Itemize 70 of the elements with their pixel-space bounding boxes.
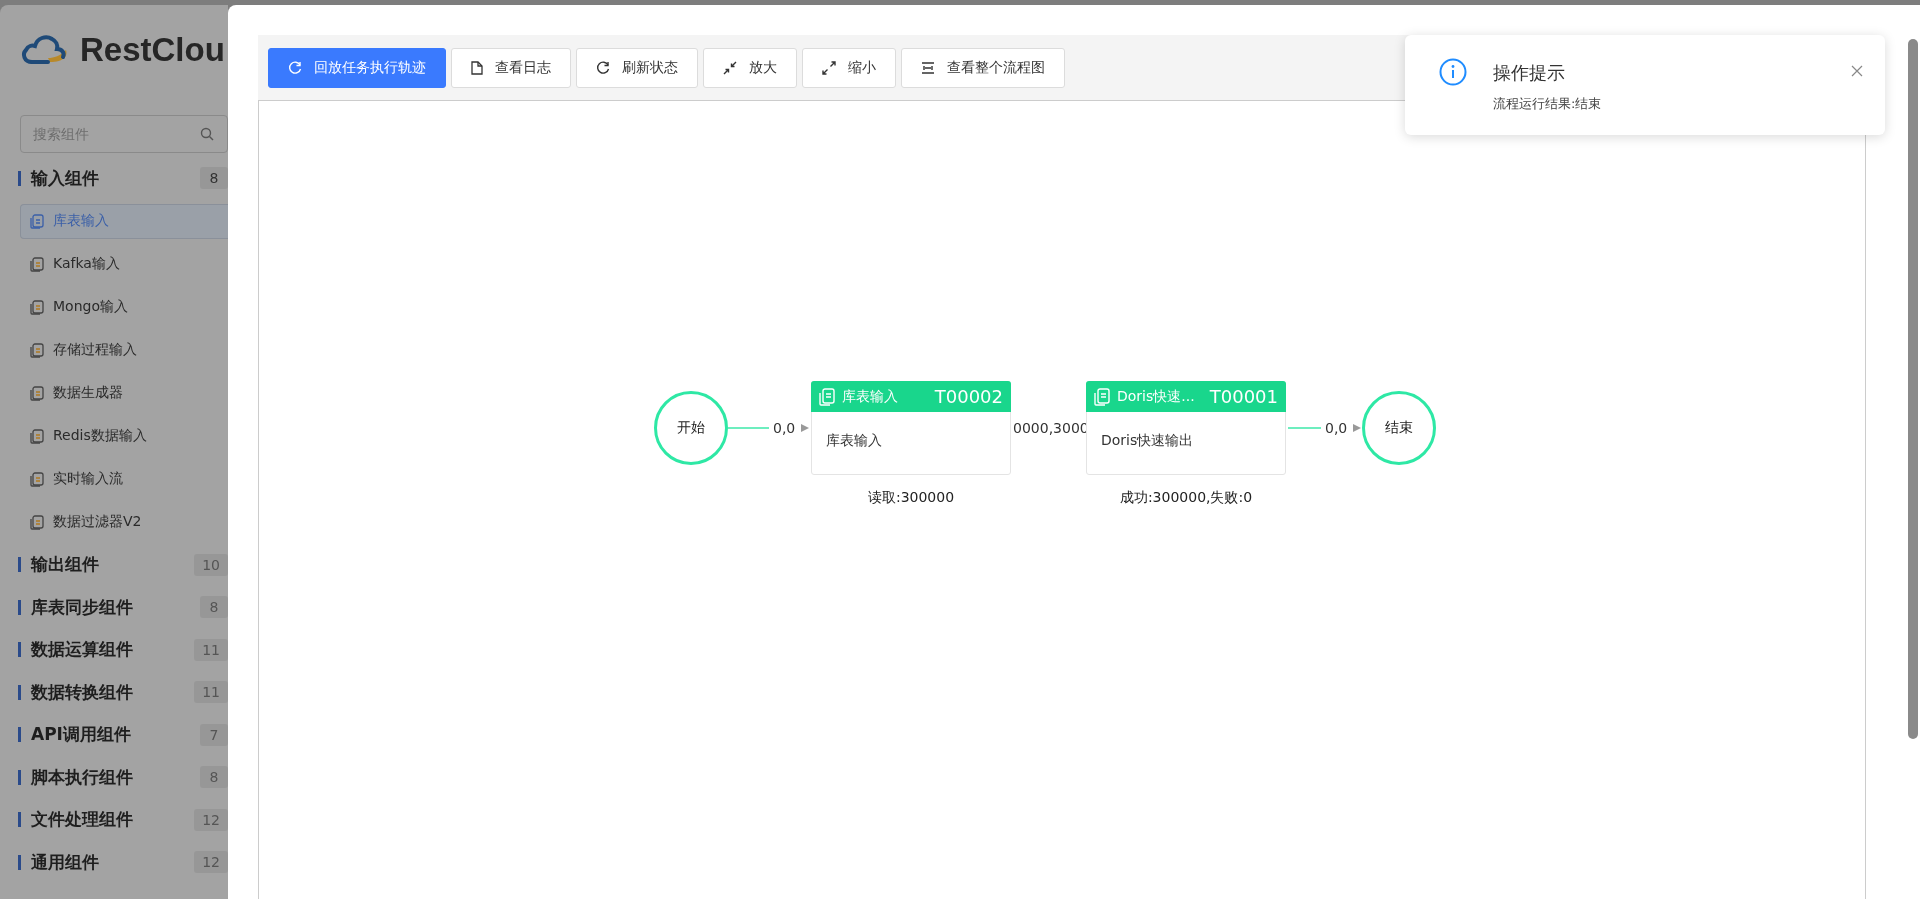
category-header[interactable]: 文件处理组件 12	[8, 798, 228, 841]
node-stats: 成功:300000,失败:0	[1119, 489, 1253, 507]
fit-view-icon	[921, 61, 935, 75]
count-badge: 8	[200, 596, 228, 619]
count-badge: 10	[194, 553, 228, 576]
close-icon[interactable]	[1851, 65, 1863, 77]
toolbar-button[interactable]: 查看整个流程图	[901, 48, 1065, 88]
category-header[interactable]: 通用组件 12	[8, 841, 228, 884]
component-item[interactable]: 数据过滤器V2	[20, 504, 228, 540]
node-title: 库表输入	[842, 387, 899, 406]
component-item[interactable]: Redis数据输入	[20, 418, 228, 454]
category-header[interactable]: 数据运算组件 11	[8, 628, 228, 671]
category-header[interactable]: 库表同步组件 8	[8, 586, 228, 629]
count-badge: 12	[194, 808, 228, 831]
refresh-icon	[596, 61, 610, 75]
category-header[interactable]: 数据转换组件 11	[8, 671, 228, 714]
flow-edge	[727, 427, 770, 429]
notification-message: 流程运行结果:结束	[1493, 95, 1603, 113]
toolbar-button[interactable]: 放大	[703, 48, 797, 88]
toolbar-button[interactable]: 回放任务执行轨迹	[268, 48, 446, 88]
logo-text: RestClou	[80, 31, 225, 69]
task-node[interactable]: 库表输入 T00002 库表输入	[811, 381, 1011, 475]
count-badge: 7	[200, 723, 228, 746]
document-icon	[1094, 387, 1110, 406]
count-badge: 11	[194, 638, 228, 661]
document-icon	[29, 514, 45, 530]
count-badge: 8	[200, 766, 228, 789]
scrollbar[interactable]	[1908, 39, 1918, 739]
component-item[interactable]: 实时输入流	[20, 461, 228, 497]
count-badge: 8	[200, 167, 228, 190]
count-badge: 12	[194, 851, 228, 874]
document-icon	[29, 299, 45, 315]
category-header[interactable]: 脚本执行组件 8	[8, 756, 228, 799]
document-icon	[819, 387, 835, 406]
node-body-text: 库表输入	[826, 432, 883, 450]
event-node[interactable]: 结束	[1362, 391, 1436, 465]
component-item[interactable]: Mongo输入	[20, 289, 228, 325]
component-item[interactable]: 数据生成器	[20, 375, 228, 411]
document-icon	[29, 342, 45, 358]
document-icon	[29, 471, 45, 487]
search-icon	[200, 127, 214, 141]
info-icon	[1439, 58, 1467, 86]
count-badge: 11	[194, 681, 228, 704]
node-code: T00002	[934, 386, 1003, 407]
arrowhead-icon	[1353, 424, 1361, 432]
task-node[interactable]: Doris快速... T00001 Doris快速输出	[1086, 381, 1286, 475]
toolbar-button[interactable]: 缩小	[802, 48, 896, 88]
document-icon	[29, 256, 45, 272]
document-icon	[471, 61, 483, 75]
flow-edge	[1287, 427, 1322, 429]
arrowhead-icon	[801, 424, 809, 432]
document-icon	[29, 428, 45, 444]
category-header[interactable]: 输出组件 10	[8, 543, 228, 586]
document-icon	[29, 385, 45, 401]
node-body-text: Doris快速输出	[1101, 432, 1195, 450]
category-header[interactable]: API调用组件 7	[8, 713, 228, 756]
document-icon	[29, 213, 45, 229]
zoom-in-icon	[723, 61, 737, 75]
component-item[interactable]: 存储过程输入	[20, 332, 228, 368]
zoom-out-icon	[822, 61, 836, 75]
node-code: T00001	[1209, 386, 1278, 407]
category-header[interactable]: 输入组件 8	[8, 157, 228, 200]
node-stats: 读取:300000	[867, 489, 955, 507]
notification-title: 操作提示	[1493, 61, 1566, 85]
component-item[interactable]: Kafka输入	[20, 246, 228, 282]
refresh-icon	[288, 61, 302, 75]
toolbar-button[interactable]: 查看日志	[451, 48, 571, 88]
toolbar-button[interactable]: 刷新状态	[576, 48, 698, 88]
node-title: Doris快速...	[1117, 387, 1196, 406]
event-node[interactable]: 开始	[654, 391, 728, 465]
